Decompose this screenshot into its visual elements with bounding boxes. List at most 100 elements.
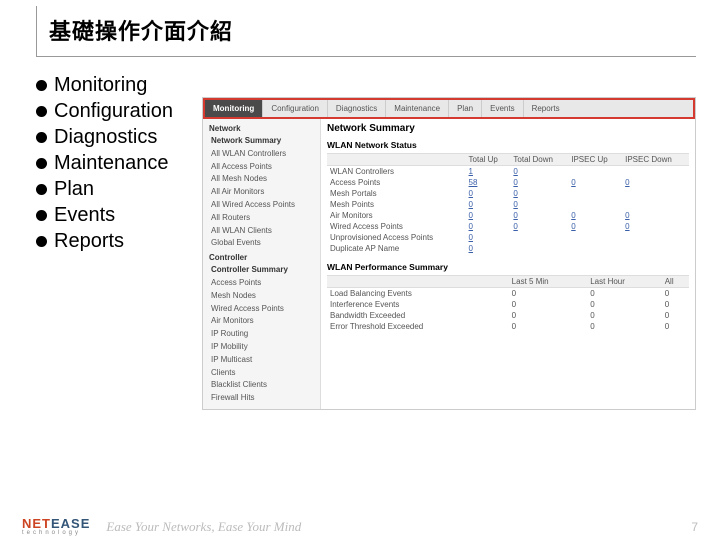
cell <box>568 188 622 199</box>
sidebar-item[interactable]: IP Multicast <box>203 354 320 367</box>
sidebar-item[interactable]: Mesh Nodes <box>203 290 320 303</box>
table-row: Mesh Portals00 <box>327 188 689 199</box>
row-label: Duplicate AP Name <box>327 243 466 254</box>
sidebar-item[interactable]: Controller Summary <box>203 264 320 277</box>
table-row: Interference Events000 <box>327 299 689 310</box>
sidebar-item[interactable]: All Access Points <box>203 161 320 174</box>
logo-net: NET <box>22 516 51 531</box>
cell: 0 <box>509 321 588 332</box>
sidebar-item[interactable]: Network Summary <box>203 135 320 148</box>
table-row: Air Monitors0000 <box>327 210 689 221</box>
cell <box>622 188 689 199</box>
value-link[interactable]: 0 <box>625 178 629 187</box>
cell: 0 <box>587 288 661 300</box>
row-label: Error Threshold Exceeded <box>327 321 509 332</box>
value-link[interactable]: 0 <box>513 200 517 209</box>
sidebar-item[interactable]: Firewall Hits <box>203 392 320 405</box>
table-row: Load Balancing Events000 <box>327 288 689 300</box>
sidebar-item[interactable]: Blacklist Clients <box>203 379 320 392</box>
list-item: Maintenance <box>36 152 216 175</box>
logo-ease: EASE <box>51 516 90 531</box>
tab-configuration[interactable]: Configuration <box>263 100 328 117</box>
row-label: Mesh Points <box>327 199 466 210</box>
value-link[interactable]: 0 <box>469 200 473 209</box>
bullet-text: Events <box>54 204 115 227</box>
value-link[interactable]: 0 <box>513 211 517 220</box>
list-item: Configuration <box>36 100 216 123</box>
sidebar-item[interactable]: All WLAN Controllers <box>203 148 320 161</box>
table-row: Wired Access Points0000 <box>327 221 689 232</box>
bullet-text: Diagnostics <box>54 126 157 149</box>
slide-title: 基礎操作介面介紹 <box>49 14 684 46</box>
status-table: Total Up Total Down IPSEC Up IPSEC Down … <box>327 153 689 254</box>
row-label: Bandwidth Exceeded <box>327 310 509 321</box>
cell <box>568 232 622 243</box>
tab-plan[interactable]: Plan <box>449 100 482 117</box>
value-link[interactable]: 0 <box>571 211 575 220</box>
bullet-text: Configuration <box>54 100 173 123</box>
tab-diagnostics[interactable]: Diagnostics <box>328 100 386 117</box>
sidebar-item[interactable]: All WLAN Clients <box>203 225 320 238</box>
bullet-icon <box>36 106 47 117</box>
bullet-icon <box>36 80 47 91</box>
value-link[interactable]: 0 <box>513 178 517 187</box>
row-label: Mesh Portals <box>327 188 466 199</box>
sidebar-item[interactable]: All Routers <box>203 212 320 225</box>
value-link[interactable]: 1 <box>469 167 473 176</box>
sidebar-item[interactable]: Air Monitors <box>203 315 320 328</box>
cell: 0 <box>466 243 511 254</box>
cell: 0 <box>587 310 661 321</box>
bullet-text: Plan <box>54 178 94 201</box>
value-link[interactable]: 0 <box>513 189 517 198</box>
sidebar-item[interactable]: IP Mobility <box>203 341 320 354</box>
value-link[interactable]: 0 <box>513 222 517 231</box>
list-item: Diagnostics <box>36 126 216 149</box>
tab-reports[interactable]: Reports <box>524 100 568 117</box>
bullet-text: Reports <box>54 230 124 253</box>
cell: 0 <box>622 221 689 232</box>
value-link[interactable]: 0 <box>625 211 629 220</box>
sidebar-item[interactable]: All Wired Access Points <box>203 199 320 212</box>
cell: 0 <box>510 166 568 178</box>
value-link[interactable]: 0 <box>469 244 473 253</box>
cell: 0 <box>510 221 568 232</box>
cell: 58 <box>466 177 511 188</box>
perf-subhead: WLAN Performance Summary <box>327 262 689 272</box>
sidebar-item[interactable]: Global Events <box>203 237 320 250</box>
col-blank <box>327 154 466 166</box>
value-link[interactable]: 0 <box>469 189 473 198</box>
row-label: Wired Access Points <box>327 221 466 232</box>
main-panel: Network Summary WLAN Network Status Tota… <box>321 119 695 409</box>
value-link[interactable]: 0 <box>469 222 473 231</box>
sidebar-item[interactable]: IP Routing <box>203 328 320 341</box>
value-link[interactable]: 0 <box>469 211 473 220</box>
col-last5: Last 5 Min <box>509 276 588 288</box>
value-link[interactable]: 58 <box>469 178 478 187</box>
sidebar-item[interactable]: Clients <box>203 367 320 380</box>
cell: 0 <box>587 299 661 310</box>
row-label: Interference Events <box>327 299 509 310</box>
value-link[interactable]: 0 <box>625 222 629 231</box>
value-link[interactable]: 0 <box>571 178 575 187</box>
row-label: Access Points <box>327 177 466 188</box>
logo-subtext: technology <box>22 530 90 536</box>
tab-bar: Monitoring Configuration Diagnostics Mai… <box>205 100 693 117</box>
sidebar-item[interactable]: Wired Access Points <box>203 303 320 316</box>
bullet-icon <box>36 132 47 143</box>
sidebar-item[interactable]: Access Points <box>203 277 320 290</box>
value-link[interactable]: 0 <box>513 167 517 176</box>
tab-maintenance[interactable]: Maintenance <box>386 100 449 117</box>
col-all: All <box>662 276 689 288</box>
value-link[interactable]: 0 <box>571 222 575 231</box>
sidebar-item[interactable]: All Air Monitors <box>203 186 320 199</box>
tab-events[interactable]: Events <box>482 100 523 117</box>
value-link[interactable]: 0 <box>469 233 473 242</box>
bullet-icon <box>36 236 47 247</box>
cell <box>622 199 689 210</box>
row-label: Air Monitors <box>327 210 466 221</box>
logo: NETEASE technology <box>22 517 90 536</box>
sidebar-item[interactable]: All Mesh Nodes <box>203 173 320 186</box>
page-number: 7 <box>691 520 698 534</box>
cell <box>622 243 689 254</box>
tab-monitoring[interactable]: Monitoring <box>205 100 263 117</box>
